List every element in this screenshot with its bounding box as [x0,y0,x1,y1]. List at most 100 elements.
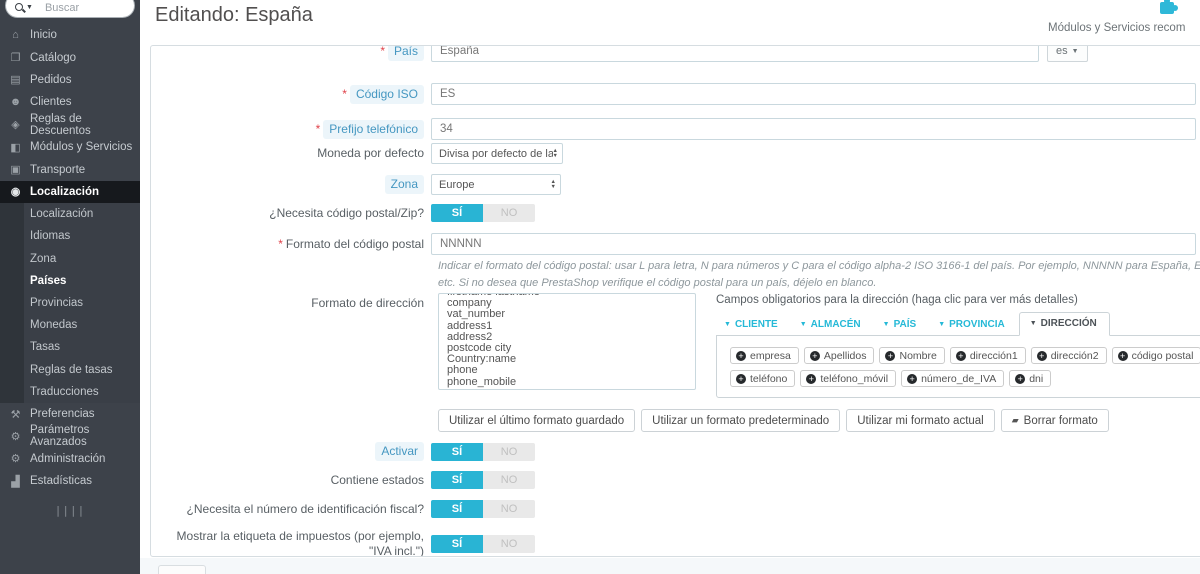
sidebar-subitem[interactable]: Monedas [0,314,140,336]
language-selector-button[interactable]: es ▼ [1047,45,1088,62]
sidebar-subitem[interactable]: Reglas de tasas [0,358,140,380]
currency-label: Moneda por defecto [151,146,431,161]
footer-button-partial[interactable] [158,565,206,574]
administration-icon: ⚙ [8,452,23,465]
country-input[interactable]: España [431,45,1039,62]
select-arrows-icon [553,149,558,159]
address-format-textarea[interactable]: firstname lastname company vat_number ad… [438,293,696,390]
sidebar-menu: ⌂ Inicio ❐ Catálogo ▤ Pedidos ☻ Clientes [0,24,140,203]
puzzle-icon[interactable] [1160,2,1174,14]
row-need-zip: ¿Necesita código postal/Zip? SÍ NO [151,204,1200,222]
sidebar-item-label: Transporte [30,164,85,176]
required-field-chip[interactable]: dni [1009,370,1051,387]
required-field-chip[interactable]: Apellidos [804,347,875,364]
required-fields-tab[interactable]: ▼ PAÍS [875,314,931,335]
sidebar-subitem[interactable]: Localización [0,203,140,225]
search-input[interactable]: ▼ Buscar [5,0,135,18]
use-default-format-button[interactable]: Utilizar un formato predeterminado [641,409,840,432]
modules-services-link[interactable]: Módulos y Servicios recom [1048,22,1185,34]
sidebar-item[interactable]: ▤ Pedidos [0,69,140,91]
row-need-tax-id: ¿Necesita el número de identificación fi… [151,500,1200,518]
chevron-down-icon[interactable]: ▼ [26,4,33,11]
need-zip-label: ¿Necesita código postal/Zip? [151,206,431,221]
page-title: Editando: España [155,4,313,27]
chevron-down-icon: ▼ [883,321,890,328]
sidebar-item[interactable]: ❐ Catálogo [0,46,140,68]
plus-icon [907,374,917,384]
eraser-icon: ▰ [1012,415,1019,426]
zip-format-input[interactable]: NNNNN [431,233,1196,255]
sidebar-subitem-label: Reglas de tasas [30,364,112,376]
sidebar-subitem[interactable]: Idiomas [0,225,140,247]
required-field-chip[interactable]: número_de_IVA [901,370,1004,387]
sidebar-menu-bottom: ⚒ Preferencias ⚙ Parámetros Avanzados ⚙ … [0,403,140,493]
required-field-chip[interactable]: empresa [730,347,799,364]
sidebar-subitem-label: Traducciones [30,386,99,398]
sidebar-item[interactable]: ▟ Estadísticas [0,470,140,492]
required-fields-tab[interactable]: ▼ PROVINCIA [930,314,1019,335]
need-tax-id-label: ¿Necesita el número de identificación fi… [151,502,431,517]
sidebar-subitem[interactable]: Provincias [0,292,140,314]
contains-states-toggle[interactable]: SÍ NO [431,471,535,489]
sidebar-subitem[interactable]: Tasas [0,336,140,358]
required-field-chip[interactable]: Nombre [879,347,944,364]
call-prefix-input[interactable]: 34 [431,118,1196,140]
required-fields-tab[interactable]: ▼ CLIENTE [716,314,792,335]
sidebar-subitem-label: Tasas [30,341,60,353]
required-field-chip[interactable]: dirección1 [950,347,1026,364]
required-fields-block: Campos obligatorios para la dirección (h… [716,294,1200,398]
plus-icon [736,374,746,384]
required-fields-heading[interactable]: Campos obligatorios para la dirección (h… [716,294,1200,306]
row-zone: Zona Europe [151,174,1200,195]
shipping-icon: ▣ [8,163,23,176]
sidebar-item[interactable]: ☻ Clientes [0,91,140,113]
sidebar-item[interactable]: ⌂ Inicio [0,24,140,46]
catalog-icon: ❐ [8,51,23,64]
required-field-chip[interactable]: código postal [1112,347,1200,364]
sidebar-subitem[interactable]: Zona [0,248,140,270]
contains-states-label: Contiene estados [151,473,431,488]
row-zip-format: *Formato del código postal NNNNN [151,233,1200,255]
sidebar-item[interactable]: ◈ Reglas de Descuentos [0,114,140,136]
row-tax-label: Mostrar la etiqueta de impuestos (por ej… [151,529,1200,557]
enable-toggle[interactable]: SÍ NO [431,443,535,461]
sidebar-subitem-label: Países [30,275,66,287]
required-field-chip[interactable]: teléfono_móvil [800,370,896,387]
sidebar-subitem[interactable]: Traducciones [0,381,140,403]
required-fields-tabs: ▼ CLIENTE ▼ ALMACÉN ▼ PAÍS ▼ PROVINCIA [716,312,1200,335]
tax-label-toggle[interactable]: SÍ NO [431,535,535,553]
sidebar-item[interactable]: ▣ Transporte [0,158,140,180]
sidebar-subitem-label: Provincias [30,297,83,309]
sidebar-item-label: Preferencias [30,408,95,420]
need-tax-id-toggle[interactable]: SÍ NO [431,500,535,518]
need-zip-toggle[interactable]: SÍ NO [431,204,535,222]
sidebar-subitem-label: Zona [30,253,56,265]
sidebar-collapse-handle[interactable]: |||| [0,504,140,517]
sidebar: ▼ Buscar ⌂ Inicio ❐ Catálogo ▤ Pedidos [0,0,140,574]
country-label: País [388,45,424,61]
sidebar-item[interactable]: ◉ Localización [0,181,140,203]
iso-input[interactable]: ES [431,83,1196,105]
use-current-format-button[interactable]: Utilizar mi formato actual [846,409,995,432]
required-field-chip[interactable]: teléfono [730,370,795,387]
enable-label: Activar [375,442,424,461]
chevron-down-icon: ▼ [1072,48,1079,55]
row-contains-states: Contiene estados SÍ NO [151,471,1200,489]
zone-select[interactable]: Europe [431,174,561,195]
zip-format-help: Indicar el formato del código postal: us… [438,258,1200,292]
required-fields-tab[interactable]: ▼ DIRECCIÓN [1019,312,1110,336]
row-iso: *Código ISO ES [151,83,1200,105]
currency-select[interactable]: Divisa por defecto de la tienda [431,143,563,164]
chevron-down-icon: ▼ [724,321,731,328]
sidebar-item[interactable]: ◧ Módulos y Servicios [0,136,140,158]
sidebar-item[interactable]: ⚒ Preferencias [0,403,140,425]
sidebar-item-label: Clientes [30,96,72,108]
required-field-chip[interactable]: dirección2 [1031,347,1107,364]
sidebar-item[interactable]: ⚙ Parámetros Avanzados [0,425,140,447]
erase-format-button[interactable]: ▰ Borrar formato [1001,409,1109,432]
orders-icon: ▤ [8,73,23,86]
required-fields-tab[interactable]: ▼ ALMACÉN [792,314,875,335]
use-last-saved-format-button[interactable]: Utilizar el último formato guardado [438,409,635,432]
sidebar-subitem[interactable]: Países [0,270,140,292]
sidebar-item[interactable]: ⚙ Administración [0,448,140,470]
